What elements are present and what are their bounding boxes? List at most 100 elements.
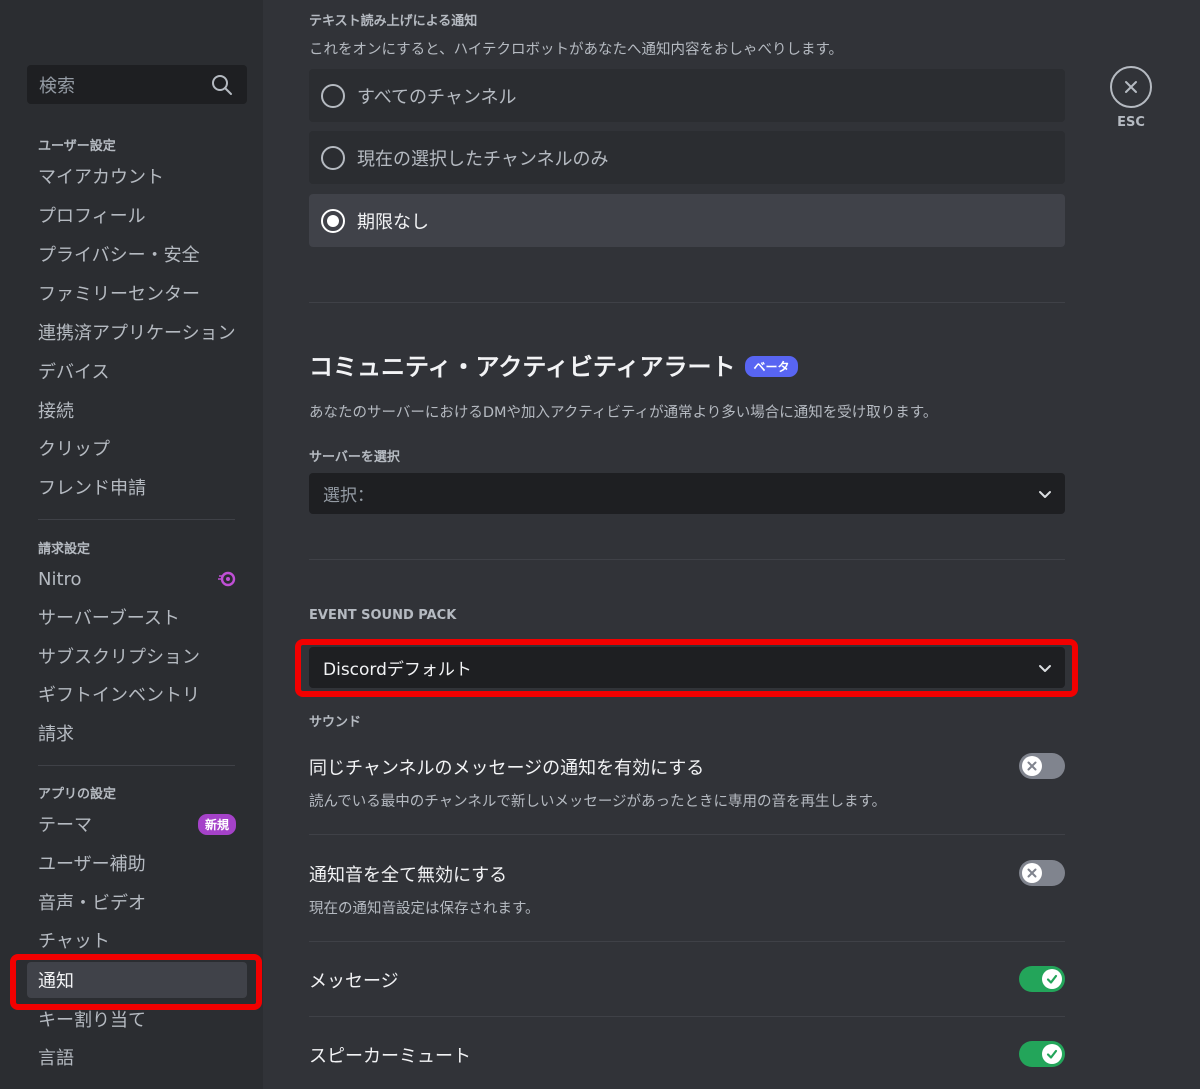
radio-circle	[321, 145, 345, 170]
toggle-description-same-channel: 読んでいる最中のチャンネルで新しいメッセージがあったときに専用の音を再生します。	[309, 794, 887, 810]
check-icon	[1042, 1044, 1062, 1064]
sidebar-item-family-center[interactable]: ファミリーセンター	[27, 275, 247, 311]
radio-label: 現在の選択したチャンネルのみ	[357, 148, 609, 170]
sidebar-item-label: マイアカウント	[38, 167, 164, 188]
sidebar-item-subscriptions[interactable]: サブスクリプション	[27, 638, 247, 674]
section-header-app-settings: アプリの設定	[38, 787, 117, 802]
sidebar-item-label: クリップ	[38, 439, 110, 460]
sidebar-divider	[38, 765, 235, 766]
sidebar-divider	[38, 519, 235, 520]
toggle-description-disable-all-sounds: 現在の通知音設定は保存されます。	[309, 901, 540, 917]
toggle-message[interactable]	[1019, 966, 1065, 992]
row-divider	[309, 1016, 1065, 1017]
toggle-speaker-mute[interactable]	[1019, 1041, 1065, 1067]
x-icon	[1022, 863, 1042, 883]
sidebar-item-label: 請求	[38, 724, 74, 745]
esc-label: ESC	[1117, 115, 1145, 130]
sidebar-item-voice-video[interactable]: 音声・ビデオ	[27, 884, 247, 920]
toggle-title-same-channel: 同じチャンネルのメッセージの通知を有効にする	[309, 758, 705, 779]
radio-circle-selected	[321, 208, 345, 233]
tts-header: テキスト読み上げによる通知	[309, 14, 478, 29]
community-alerts-title: コミュニティ・アクティビティアラート ベータ	[309, 347, 798, 382]
toggle-same-channel[interactable]	[1019, 753, 1065, 779]
sidebar-item-label: プライバシー・安全	[38, 245, 200, 266]
radio-option-all-channels[interactable]: すべてのチャンネル	[309, 69, 1065, 122]
sidebar-item-accessibility[interactable]: ユーザー補助	[27, 845, 247, 881]
beta-badge: ベータ	[745, 356, 798, 377]
new-badge: 新規	[197, 813, 236, 835]
row-divider	[309, 941, 1065, 942]
tts-description: これをオンにすると、ハイテクロボットがあなたへ通知内容をおしゃべりします。	[309, 42, 844, 58]
sidebar-item-label: フレンド申請	[38, 478, 146, 499]
sidebar-item-profile[interactable]: プロフィール	[27, 197, 247, 233]
radio-circle	[321, 83, 345, 108]
settings-sidebar: 検索 ユーザー設定 マイアカウント プロフィール プライバシー・安全 ファミリー…	[0, 0, 263, 1089]
sidebar-item-devices[interactable]: デバイス	[27, 353, 247, 389]
server-select-placeholder: 選択：	[323, 486, 374, 506]
sidebar-item-nitro[interactable]: Nitro	[27, 561, 247, 597]
sidebar-item-label: チャット	[38, 931, 110, 952]
sidebar-item-privacy[interactable]: プライバシー・安全	[27, 236, 247, 272]
sidebar-item-billing[interactable]: 請求	[27, 715, 247, 751]
sidebar-item-label: サブスクリプション	[38, 647, 200, 668]
sidebar-item-label: 接続	[38, 401, 74, 422]
section-header-user-settings: ユーザー設定	[38, 139, 116, 154]
toggle-disable-all-sounds[interactable]	[1019, 860, 1065, 886]
sidebar-item-label: 言語	[38, 1048, 74, 1069]
x-icon	[1022, 756, 1042, 776]
search-placeholder: 検索	[39, 75, 75, 97]
radio-label: 期限なし	[357, 211, 429, 233]
chevron-down-icon	[1037, 486, 1053, 502]
settings-content: テキスト読み上げによる通知 これをオンにすると、ハイテクロボットがあなたへ通知内…	[263, 0, 1200, 1089]
community-alerts-description: あなたのサーバーにおけるDMや加入アクティビティが通常より多い場合に通知を受け取…	[309, 405, 938, 421]
server-select-dropdown[interactable]: 選択：	[309, 473, 1065, 514]
sidebar-item-label: キー割り当て	[38, 1010, 146, 1031]
section-header-billing: 請求設定	[38, 542, 91, 557]
sidebar-item-friend-requests[interactable]: フレンド申請	[27, 469, 247, 505]
section-divider	[309, 302, 1065, 303]
sidebar-item-label: 通知	[38, 971, 74, 992]
community-alerts-title-text: コミュニティ・アクティビティアラート	[309, 353, 736, 381]
sound-pack-header: EVENT SOUND PACK	[309, 608, 457, 623]
close-button[interactable]	[1110, 66, 1152, 108]
toggle-title-speaker-mute: スピーカーミュート	[309, 1046, 471, 1067]
sidebar-item-gift-inventory[interactable]: ギフトインベントリ	[27, 676, 247, 712]
section-divider	[309, 559, 1065, 560]
sidebar-item-label: 連携済アプリケーション	[38, 323, 236, 344]
radio-option-never[interactable]: 期限なし	[309, 194, 1065, 247]
sidebar-item-label: ギフトインベントリ	[38, 685, 200, 706]
sounds-header: サウンド	[309, 715, 362, 730]
sidebar-item-label: サーバーブースト	[38, 608, 180, 629]
sidebar-item-chat[interactable]: チャット	[27, 922, 247, 958]
server-select-label: サーバーを選択	[309, 450, 400, 465]
check-icon	[1042, 969, 1062, 989]
search-input[interactable]: 検索	[27, 65, 247, 104]
sidebar-item-label: プロフィール	[38, 206, 146, 227]
sidebar-item-label: デバイス	[38, 362, 110, 383]
sidebar-item-label: 音声・ビデオ	[38, 893, 146, 914]
sidebar-item-label: テーマ	[38, 815, 92, 836]
sidebar-item-server-boost[interactable]: サーバーブースト	[27, 599, 247, 635]
radio-label: すべてのチャンネル	[357, 86, 517, 108]
sidebar-item-connections[interactable]: 接続	[27, 392, 247, 428]
sidebar-item-notifications[interactable]: 通知	[27, 962, 247, 998]
chevron-down-icon	[1037, 660, 1053, 676]
sound-pack-value: Discordデフォルト	[323, 660, 472, 680]
search-icon	[211, 74, 233, 96]
sidebar-item-language[interactable]: 言語	[27, 1039, 247, 1075]
sidebar-item-authorized-apps[interactable]: 連携済アプリケーション	[27, 314, 247, 350]
sidebar-item-label: ユーザー補助	[38, 854, 146, 875]
sound-pack-dropdown[interactable]: Discordデフォルト	[309, 647, 1065, 688]
radio-option-current-channel[interactable]: 現在の選択したチャンネルのみ	[309, 131, 1065, 184]
sidebar-item-my-account[interactable]: マイアカウント	[27, 158, 247, 194]
nitro-icon	[218, 570, 236, 588]
sidebar-item-label: Nitro	[38, 568, 82, 590]
sidebar-item-label: ファミリーセンター	[38, 284, 200, 305]
toggle-title-disable-all-sounds: 通知音を全て無効にする	[309, 865, 508, 886]
sidebar-item-theme[interactable]: テーマ 新規	[27, 806, 247, 842]
row-divider	[309, 834, 1065, 835]
toggle-title-message: メッセージ	[309, 971, 399, 992]
close-icon	[1123, 79, 1139, 95]
sidebar-item-keybinds[interactable]: キー割り当て	[27, 1001, 247, 1037]
sidebar-item-clips[interactable]: クリップ	[27, 430, 247, 466]
